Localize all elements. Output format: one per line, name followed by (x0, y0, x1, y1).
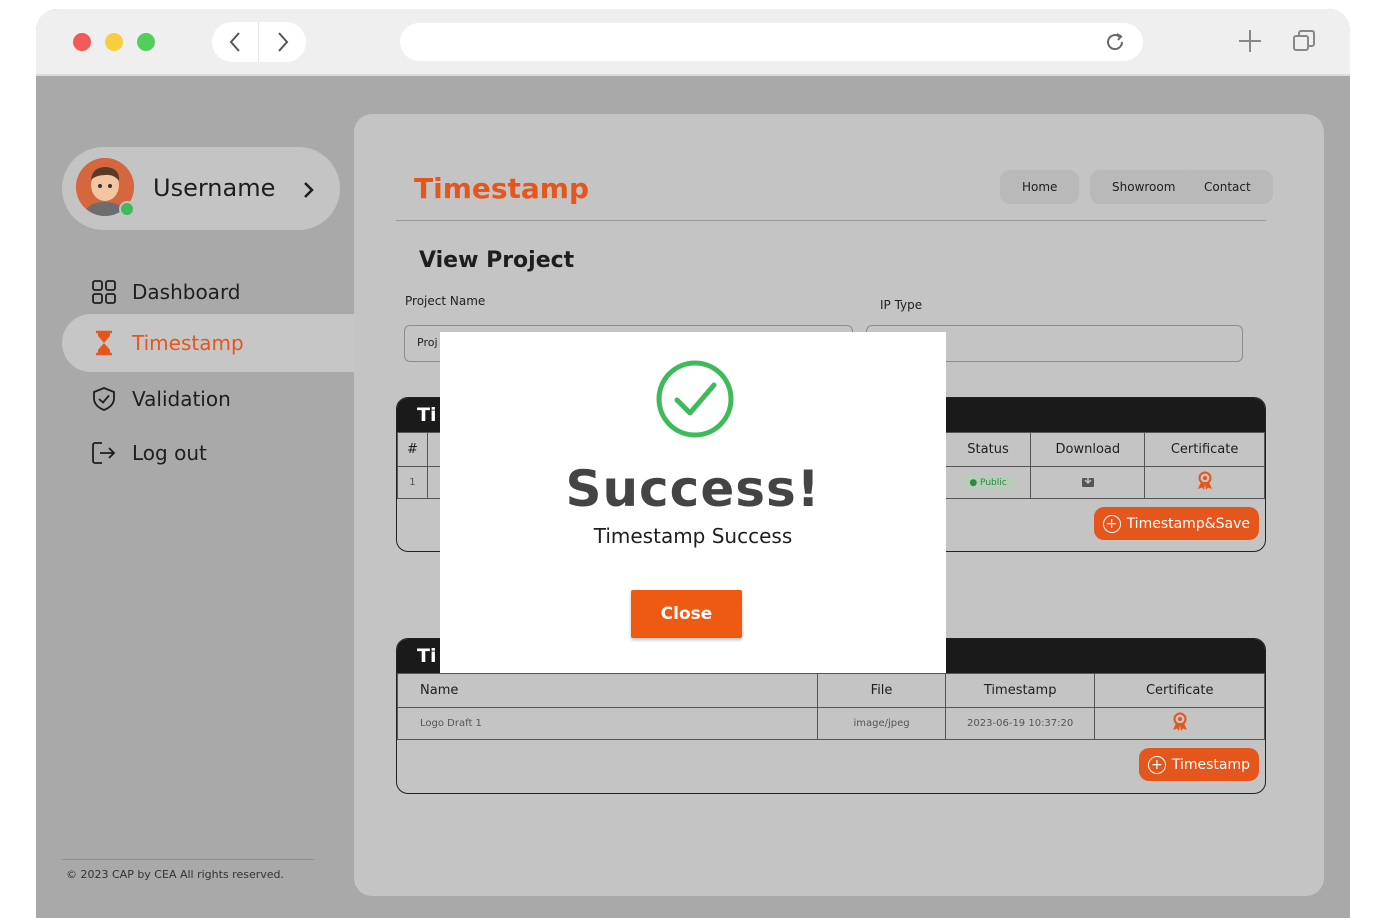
minimize-window-button[interactable] (105, 33, 123, 51)
download-icon[interactable] (1081, 474, 1095, 488)
grid-icon (90, 278, 118, 306)
address-bar[interactable] (400, 23, 1143, 61)
column-header: Timestamp (944, 673, 1096, 708)
success-check-icon (656, 360, 734, 438)
logout-icon (90, 439, 118, 467)
close-window-button[interactable] (73, 33, 91, 51)
dialog-title: Success! (565, 460, 821, 518)
success-dialog: Success! Timestamp Success Close (440, 332, 946, 673)
certificate-award-icon[interactable] (1171, 712, 1189, 732)
sidebar-item-timestamp[interactable]: Timestamp (90, 327, 244, 359)
browser-toolbar (36, 9, 1350, 76)
button-label: Timestamp&Save (1126, 515, 1250, 532)
header-divider (396, 220, 1266, 221)
online-status-icon (119, 201, 135, 217)
column-header: Certificate (1144, 432, 1265, 467)
status-badge: ● Public (961, 475, 1015, 490)
section-title: View Project (419, 248, 575, 273)
sidebar-item-validation[interactable]: Validation (90, 383, 231, 415)
close-button[interactable]: Close (631, 590, 742, 638)
project-name-label: Project Name (405, 294, 486, 308)
forward-button[interactable] (259, 22, 306, 62)
footer-divider (62, 859, 314, 860)
history-nav (212, 22, 306, 62)
maximize-window-button[interactable] (137, 33, 155, 51)
chevron-right-icon (304, 182, 314, 198)
timestamp-cell: 2023-06-19 10:37:20 (944, 707, 1096, 740)
column-header: Certificate (1094, 673, 1265, 708)
column-header: # (397, 432, 428, 467)
timestamp-history-table: Name File Timestamp Certificate Logo Dra… (397, 673, 1265, 740)
button-label: Timestamp (1171, 756, 1250, 773)
ip-type-label: IP Type (880, 298, 923, 312)
sidebar-item-logout[interactable]: Log out (90, 437, 207, 469)
row-number: 1 (397, 466, 428, 499)
column-header: Download (1030, 432, 1146, 467)
shield-check-icon (90, 385, 118, 413)
sidebar-item-label: Dashboard (132, 280, 241, 304)
plus-circle-icon: + (1102, 514, 1121, 533)
sidebar-item-label: Validation (132, 387, 231, 411)
nav-contact-button[interactable]: Contact (1182, 170, 1273, 204)
timestamp-button[interactable]: + Timestamp (1138, 748, 1259, 781)
certificate-award-icon[interactable] (1196, 471, 1214, 491)
copyright-text: © 2023 CAP by CEA All rights reserved. (66, 868, 284, 881)
column-header: Status (944, 432, 1032, 467)
column-header: Name (397, 673, 819, 708)
username-label: Username (153, 174, 276, 202)
table-row: Logo Draft 1 image/jpeg 2023-06-19 10:37… (397, 707, 1265, 740)
status-cell: ● Public (944, 466, 1032, 499)
certificate-cell (1144, 466, 1265, 499)
column-header: File (817, 673, 946, 708)
chevron-right-icon (277, 32, 288, 52)
back-button[interactable] (212, 22, 259, 62)
plus-icon (1239, 30, 1261, 52)
sidebar-item-label: Timestamp (132, 331, 244, 355)
reload-icon (1107, 33, 1124, 51)
status-text: Public (980, 477, 1007, 488)
plus-circle-icon: + (1147, 755, 1166, 774)
reload-button[interactable] (1104, 31, 1126, 57)
certificate-cell (1094, 707, 1265, 740)
hourglass-icon (90, 329, 118, 357)
file-type-cell: image/jpeg (817, 707, 946, 740)
tabs-overview-button[interactable] (1292, 29, 1316, 57)
new-tab-button[interactable] (1238, 29, 1262, 57)
download-cell (1030, 466, 1146, 499)
nav-home-button[interactable]: Home (1000, 170, 1080, 204)
timestamp-save-button[interactable]: + Timestamp&Save (1093, 507, 1259, 540)
dialog-message: Timestamp Success (593, 524, 793, 548)
chevron-left-icon (229, 32, 240, 52)
page-title: Timestamp (414, 172, 590, 205)
user-profile-button[interactable]: Username (62, 147, 340, 230)
sidebar-item-label: Log out (132, 441, 207, 465)
file-name-cell: Logo Draft 1 (397, 707, 819, 740)
table-header-row: Name File Timestamp Certificate (397, 673, 1265, 708)
tabs-icon (1293, 30, 1315, 51)
sidebar-item-dashboard[interactable]: Dashboard (90, 276, 241, 308)
